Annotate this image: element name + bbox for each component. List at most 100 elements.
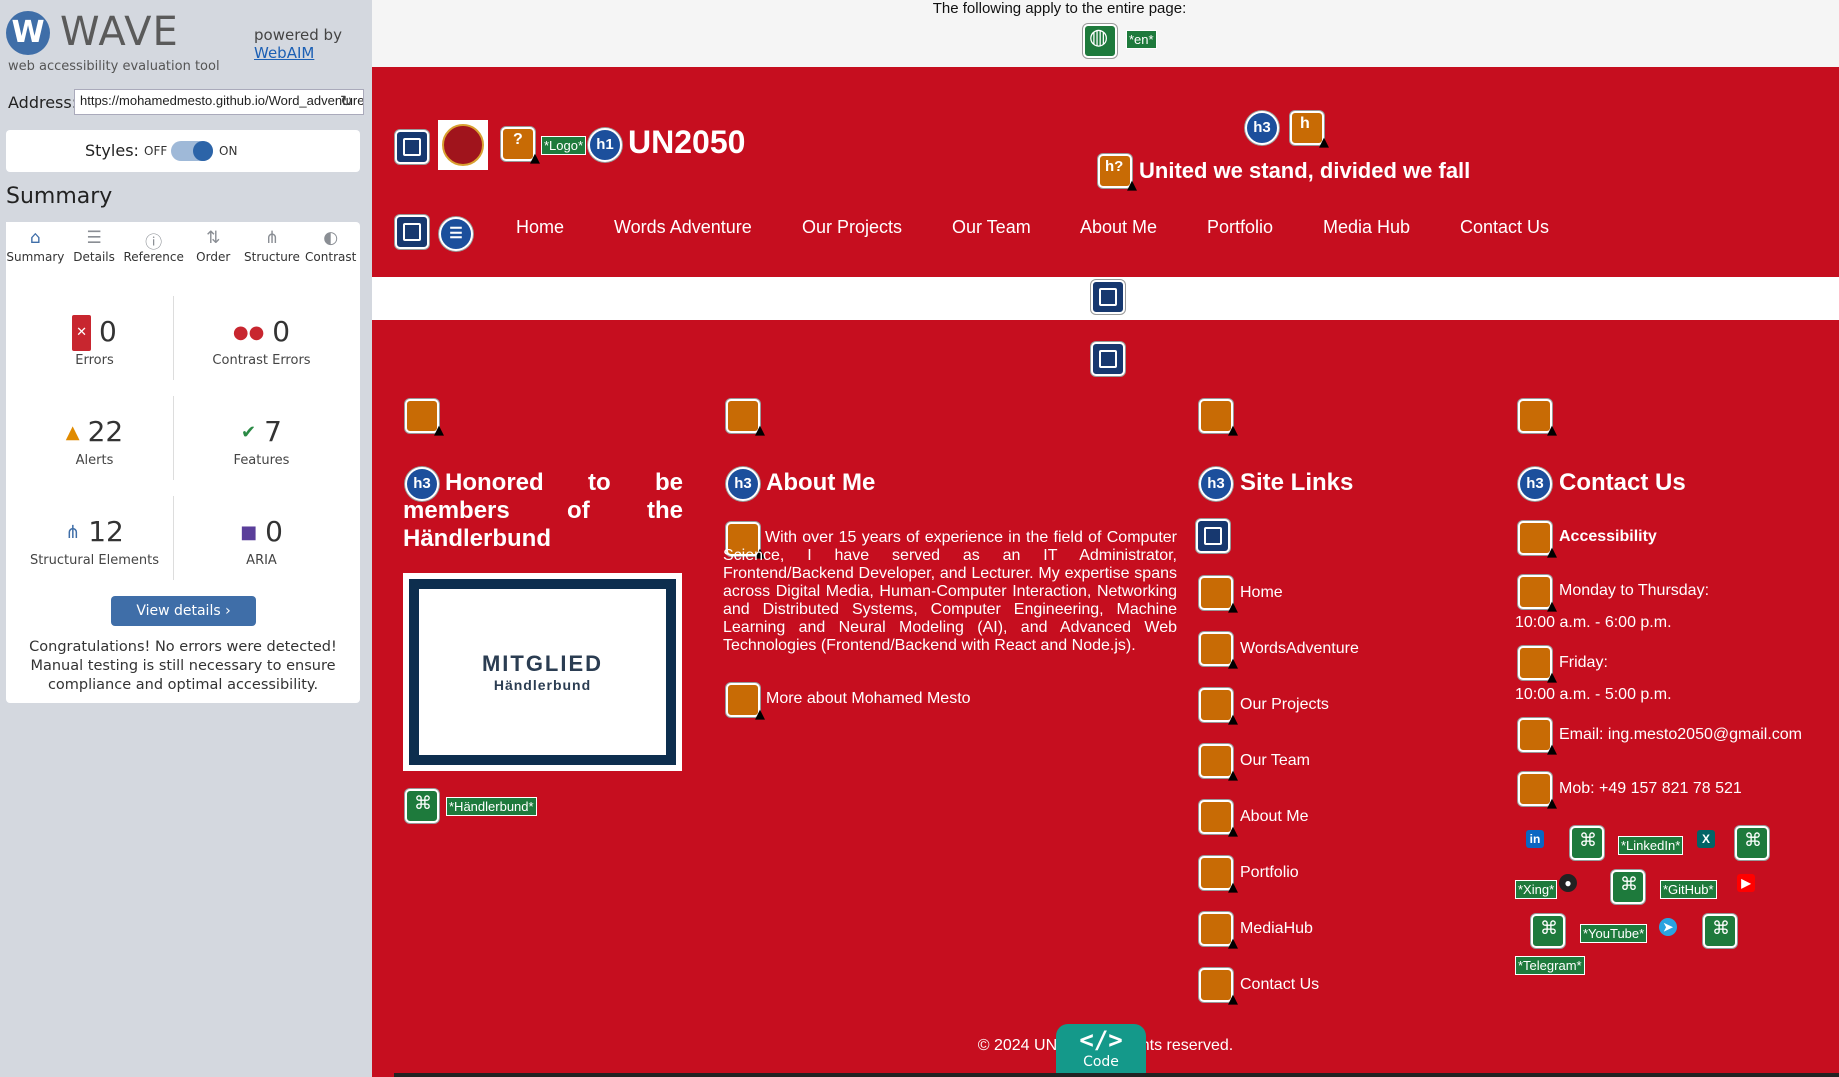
footer-link-about-me[interactable]: About Me (1240, 808, 1308, 826)
nav-our-projects[interactable]: Our Projects (802, 217, 902, 238)
warning-icon: ▲ (1319, 135, 1329, 150)
code-button[interactable]: </> Code (1056, 1024, 1146, 1077)
list-region-icon[interactable] (1196, 519, 1230, 553)
tab-label: Contrast (305, 250, 357, 264)
alert-paragraph-icon[interactable]: ▲ (1518, 399, 1557, 438)
stat-aria[interactable]: ■ 0 ARIA (173, 514, 350, 604)
hours-mon-thu: Monday to Thursday: (1559, 582, 1710, 599)
nav-home[interactable]: Home (516, 217, 564, 238)
home-icon: ⌂ (29, 228, 41, 248)
tab-details[interactable]: ☰ Details (65, 222, 124, 276)
stat-contrast-errors[interactable]: ●● 0 Contrast Errors (173, 314, 350, 404)
contact-email: Email: ing.mesto2050@gmail.com (1559, 726, 1803, 743)
structural-count: 12 (88, 515, 124, 548)
alert-heading-icon[interactable]: h ▲ (1290, 111, 1329, 150)
bottom-scroll-edge (394, 1073, 1839, 1077)
github-icon[interactable]: ● (1559, 874, 1577, 892)
language-icon[interactable]: ◍ (1083, 24, 1117, 58)
alert-link-icon[interactable]: ▲ (1199, 576, 1238, 615)
h3-icon[interactable]: h3 (1245, 111, 1279, 145)
alert-paragraph-icon[interactable]: ▲ (1518, 772, 1557, 811)
nav-our-team[interactable]: Our Team (952, 217, 1031, 238)
h3-icon[interactable]: h3 (726, 467, 760, 501)
linked-image-icon[interactable]: ⌘ (1735, 826, 1769, 860)
view-details-button[interactable]: View details › (111, 596, 256, 626)
address-row: Address: https://mohamedmesto.github.io/… (6, 88, 364, 116)
footer-region-icon[interactable] (1091, 342, 1125, 376)
footer-link-contact-us[interactable]: Contact Us (1240, 976, 1319, 994)
header-region-icon[interactable] (395, 130, 429, 164)
wave-logo-icon[interactable]: W (6, 11, 50, 55)
linked-image-icon[interactable]: ⌘ (1703, 914, 1737, 948)
alert-paragraph-icon[interactable]: ▲ (405, 399, 444, 438)
footer-link-wordsadventure[interactable]: WordsAdventure (1240, 640, 1359, 658)
stat-features[interactable]: ✔ 7 Features (173, 414, 350, 504)
xing-icon[interactable]: X (1697, 830, 1715, 848)
stat-errors[interactable]: ✕ 0 Errors (6, 314, 183, 404)
linked-image-icon[interactable]: ⌘ (1570, 826, 1604, 860)
footer-link-our-team[interactable]: Our Team (1240, 752, 1310, 770)
alert-link-icon[interactable]: ▲ (1199, 856, 1238, 895)
footer-link-home[interactable]: Home (1240, 584, 1283, 602)
accessibility-link[interactable]: Accessibility (1559, 528, 1657, 546)
features-count: 7 (264, 415, 282, 448)
alert-paragraph-icon[interactable]: ▲ (726, 399, 765, 438)
linked-image-icon[interactable]: ⌘ (1531, 914, 1565, 948)
tab-order[interactable]: ⇅ Order (184, 222, 243, 276)
alert-paragraph-icon[interactable]: ▲ (1518, 521, 1557, 560)
alert-link-icon[interactable]: ▲ (726, 683, 765, 722)
youtube-icon[interactable]: ▶ (1737, 874, 1755, 892)
footer-link-mediahub[interactable]: MediaHub (1240, 920, 1313, 938)
linked-image-icon[interactable]: ⌘ (1611, 870, 1645, 904)
h3-icon[interactable]: h3 (1199, 467, 1233, 501)
tab-reference[interactable]: ⓘ Reference (123, 222, 183, 276)
webaim-link[interactable]: WebAIM (254, 44, 314, 62)
alert-paragraph-icon[interactable]: ▲ (1518, 575, 1557, 614)
alert-link-icon[interactable]: ▲ (1199, 968, 1238, 1007)
footer-link-portfolio[interactable]: Portfolio (1240, 864, 1299, 882)
nav-contact-us[interactable]: Contact Us (1460, 217, 1549, 238)
alerts-count: 22 (87, 415, 124, 448)
stat-alerts[interactable]: ▲ 22 Alerts (6, 414, 183, 504)
h3-icon[interactable]: h3 (1518, 467, 1552, 501)
alert-link-icon[interactable]: ▲ (1199, 632, 1238, 671)
alert-paragraph-icon[interactable]: ▲ (1518, 646, 1557, 685)
nav-about-me[interactable]: About Me (1080, 217, 1157, 238)
tab-contrast[interactable]: ◐ Contrast (301, 222, 360, 276)
styles-on-label: ON (219, 144, 238, 158)
logo-alt-tag: *Logo* (541, 136, 587, 155)
contrast-icon: ◐ (323, 228, 339, 248)
address-input[interactable]: https://mohamedmesto.github.io/Word_adve… (74, 89, 364, 115)
alert-paragraph-icon[interactable]: ▲ (1518, 718, 1557, 757)
styles-toggle[interactable] (171, 141, 213, 161)
region-frame (1099, 350, 1117, 368)
tab-summary[interactable]: ⌂ Summary (6, 222, 65, 276)
stat-structural[interactable]: ⋔ 12 Structural Elements (6, 514, 183, 604)
alert-link-icon[interactable]: ▲ (1199, 912, 1238, 951)
powered-by-label: powered by (254, 26, 342, 44)
alert-heading-icon[interactable]: h? ▲ (1098, 154, 1137, 193)
telegram-icon[interactable]: ➤ (1659, 918, 1677, 936)
site-slogan: United we stand, divided we fall (1139, 158, 1471, 183)
nav-media-hub[interactable]: Media Hub (1323, 217, 1410, 238)
linked-image-icon[interactable]: ⌘ (405, 789, 439, 823)
footer-link-our-projects[interactable]: Our Projects (1240, 696, 1329, 714)
h1-icon[interactable]: h1 (588, 128, 622, 162)
alert-link-icon[interactable]: ▲ (1199, 744, 1238, 783)
nav-portfolio[interactable]: Portfolio (1207, 217, 1273, 238)
linkedin-icon[interactable]: in (1526, 830, 1544, 848)
tab-structure[interactable]: ⋔ Structure (243, 222, 302, 276)
nav-region-icon[interactable] (395, 215, 429, 249)
alert-link-icon[interactable]: ▲ (1199, 688, 1238, 727)
warning-icon: ▲ (1228, 656, 1238, 671)
more-about-link[interactable]: More about Mohamed Mesto (766, 690, 971, 708)
warning-icon: ▲ (755, 707, 765, 722)
list-icon[interactable]: ☰ (439, 217, 473, 251)
main-region-icon[interactable] (1091, 280, 1125, 314)
refresh-icon[interactable]: ↻ (340, 92, 353, 110)
alert-logo-icon[interactable]: ? ▲ (501, 127, 540, 166)
alert-paragraph-icon[interactable]: ▲ (1199, 399, 1238, 438)
alert-link-icon[interactable]: ▲ (1199, 800, 1238, 839)
errors-count: 0 (99, 315, 117, 348)
nav-words-adventure[interactable]: Words Adventure (614, 217, 752, 238)
